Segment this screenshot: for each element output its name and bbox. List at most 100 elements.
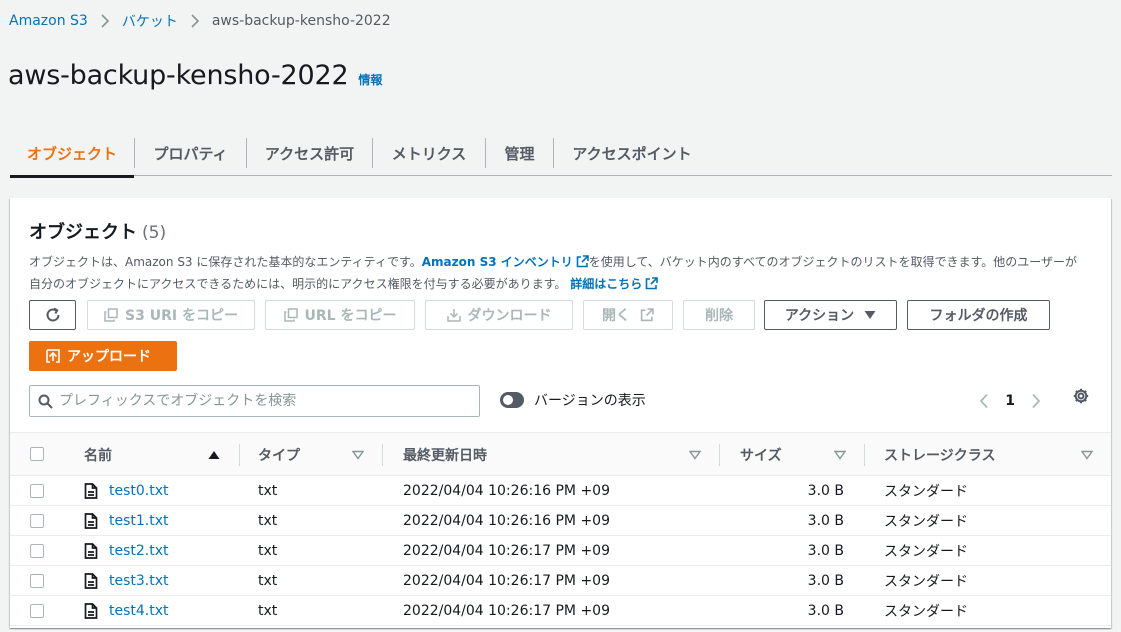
learn-more-label: 詳細はこちら [570,277,643,291]
inventory-link-label: Amazon S3 インベントリ [421,255,573,269]
row-checkbox[interactable] [30,604,44,618]
modified-cell: 2022/04/04 10:26:17 PM +09 [403,573,610,589]
type-cell: txt [258,603,278,619]
size-cell: 3.0 B [807,513,844,529]
pagination: 1 [979,386,1041,416]
objects-table: 名前 タイプ 最終更新日時 サイズ ストレージクラス test0.txt txt… [10,432,1111,626]
type-cell: txt [258,543,278,559]
table-row[interactable]: test1.txt txt 2022/04/04 10:26:16 PM +09… [10,506,1111,536]
size-cell: 3.0 B [807,573,844,589]
copy-icon [104,308,118,322]
row-checkbox[interactable] [30,484,44,498]
copy-url-button[interactable]: URL をコピー [265,300,415,330]
create-folder-button[interactable]: フォルダの作成 [907,300,1050,330]
learn-more-link[interactable]: 詳細はこちら [570,277,659,291]
upload-icon [46,349,60,363]
column-header-storage-class[interactable]: ストレージクラス [884,433,995,477]
copy-s3-uri-label: S3 URI をコピー [125,308,238,324]
download-button[interactable]: ダウンロード [425,300,573,330]
upload-label: アップロード [67,349,151,365]
table-row[interactable]: test4.txt txt 2022/04/04 10:26:17 PM +09… [10,596,1111,626]
sort-icon[interactable] [1081,450,1093,460]
column-header-modified[interactable]: 最終更新日時 [403,433,487,477]
sort-icon[interactable] [689,450,701,460]
column-divider [719,444,720,466]
name-cell: test2.txt [84,536,169,566]
breadcrumb-current: aws-backup-kensho-2022 [211,13,391,29]
search-input[interactable] [59,393,479,409]
download-label: ダウンロード [467,308,552,324]
sort-icon[interactable] [834,450,846,460]
chevron-left-icon[interactable] [979,393,989,409]
size-cell: 3.0 B [807,543,844,559]
column-divider [864,444,865,466]
breadcrumb-link-s3[interactable]: Amazon S3 [9,13,88,29]
table-row[interactable]: test3.txt txt 2022/04/04 10:26:17 PM +09… [10,566,1111,596]
toggle-label: バージョンの表示 [534,393,646,409]
object-link[interactable]: test0.txt [109,483,169,499]
tab-metrics[interactable]: メトリクス [373,130,485,176]
copy-icon [283,308,298,322]
row-checkbox[interactable] [30,514,44,528]
name-cell: test3.txt [84,566,169,596]
breadcrumb-link-buckets[interactable]: バケット [122,11,178,31]
search-icon [38,394,53,409]
external-link-icon [645,276,659,296]
sort-icon[interactable] [352,450,364,460]
tab-access-points[interactable]: アクセスポイント [554,130,710,176]
column-header-size[interactable]: サイズ [740,433,782,477]
storage-class-cell: スタンダード [884,604,968,620]
copy-url-label: URL をコピー [304,308,397,324]
show-versions-toggle[interactable]: バージョンの表示 [500,390,646,410]
chevron-right-icon [100,14,110,28]
gear-icon[interactable] [1072,387,1090,405]
page-number[interactable]: 1 [1005,393,1015,409]
external-link-icon [576,254,589,274]
modified-cell: 2022/04/04 10:26:16 PM +09 [403,513,610,529]
file-icon [84,573,98,589]
object-link[interactable]: test4.txt [109,603,169,619]
name-cell: test4.txt [84,596,169,626]
table-row[interactable]: test0.txt txt 2022/04/04 10:26:16 PM +09… [10,476,1111,506]
actions-dropdown[interactable]: アクション [764,300,897,330]
chevron-right-icon[interactable] [1031,393,1041,409]
storage-class-cell: スタンダード [884,544,968,560]
table-row[interactable]: test2.txt txt 2022/04/04 10:26:17 PM +09… [10,536,1111,566]
tab-objects[interactable]: オブジェクト [10,130,134,178]
open-button[interactable]: 開く [583,300,673,330]
row-checkbox[interactable] [30,544,44,558]
breadcrumb: Amazon S3 バケット aws-backup-kensho-2022 [9,12,391,30]
sort-ascending-icon[interactable] [208,450,220,460]
tab-bar: オブジェクト プロパティ アクセス許可 メトリクス 管理 アクセスポイント [10,130,1112,178]
external-link-icon [640,308,654,322]
modified-cell: 2022/04/04 10:26:17 PM +09 [403,603,610,619]
type-cell: txt [258,513,278,529]
tab-properties[interactable]: プロパティ [135,130,246,176]
modified-cell: 2022/04/04 10:26:17 PM +09 [403,543,610,559]
tab-permissions[interactable]: アクセス許可 [247,130,372,176]
inventory-link[interactable]: Amazon S3 インベントリ [422,255,589,269]
delete-button[interactable]: 削除 [683,300,755,330]
open-label: 開く [602,308,630,324]
table-header: 名前 タイプ 最終更新日時 サイズ ストレージクラス [10,432,1111,476]
storage-class-cell: スタンダード [884,484,968,500]
page-title: aws-backup-kensho-2022 [8,60,349,91]
object-link[interactable]: test2.txt [109,543,169,559]
upload-button[interactable]: アップロード [29,341,177,371]
copy-s3-uri-button[interactable]: S3 URI をコピー [87,300,255,330]
column-header-type[interactable]: タイプ [258,433,300,477]
file-icon [84,543,98,559]
type-cell: txt [258,483,278,499]
refresh-button[interactable] [29,300,76,330]
panel-description: オブジェクトは、Amazon S3 に保存された基本的なエンティティです。Ama… [29,252,1089,296]
storage-class-cell: スタンダード [884,514,968,530]
info-link[interactable]: 情報 [358,71,382,88]
object-link[interactable]: test3.txt [109,573,169,589]
row-checkbox[interactable] [30,574,44,588]
tab-management[interactable]: 管理 [486,130,553,176]
object-count: (5) [142,223,167,243]
toggle-switch[interactable] [500,392,524,408]
select-all-checkbox[interactable] [30,447,44,461]
object-link[interactable]: test1.txt [109,513,169,529]
file-icon [84,513,98,529]
